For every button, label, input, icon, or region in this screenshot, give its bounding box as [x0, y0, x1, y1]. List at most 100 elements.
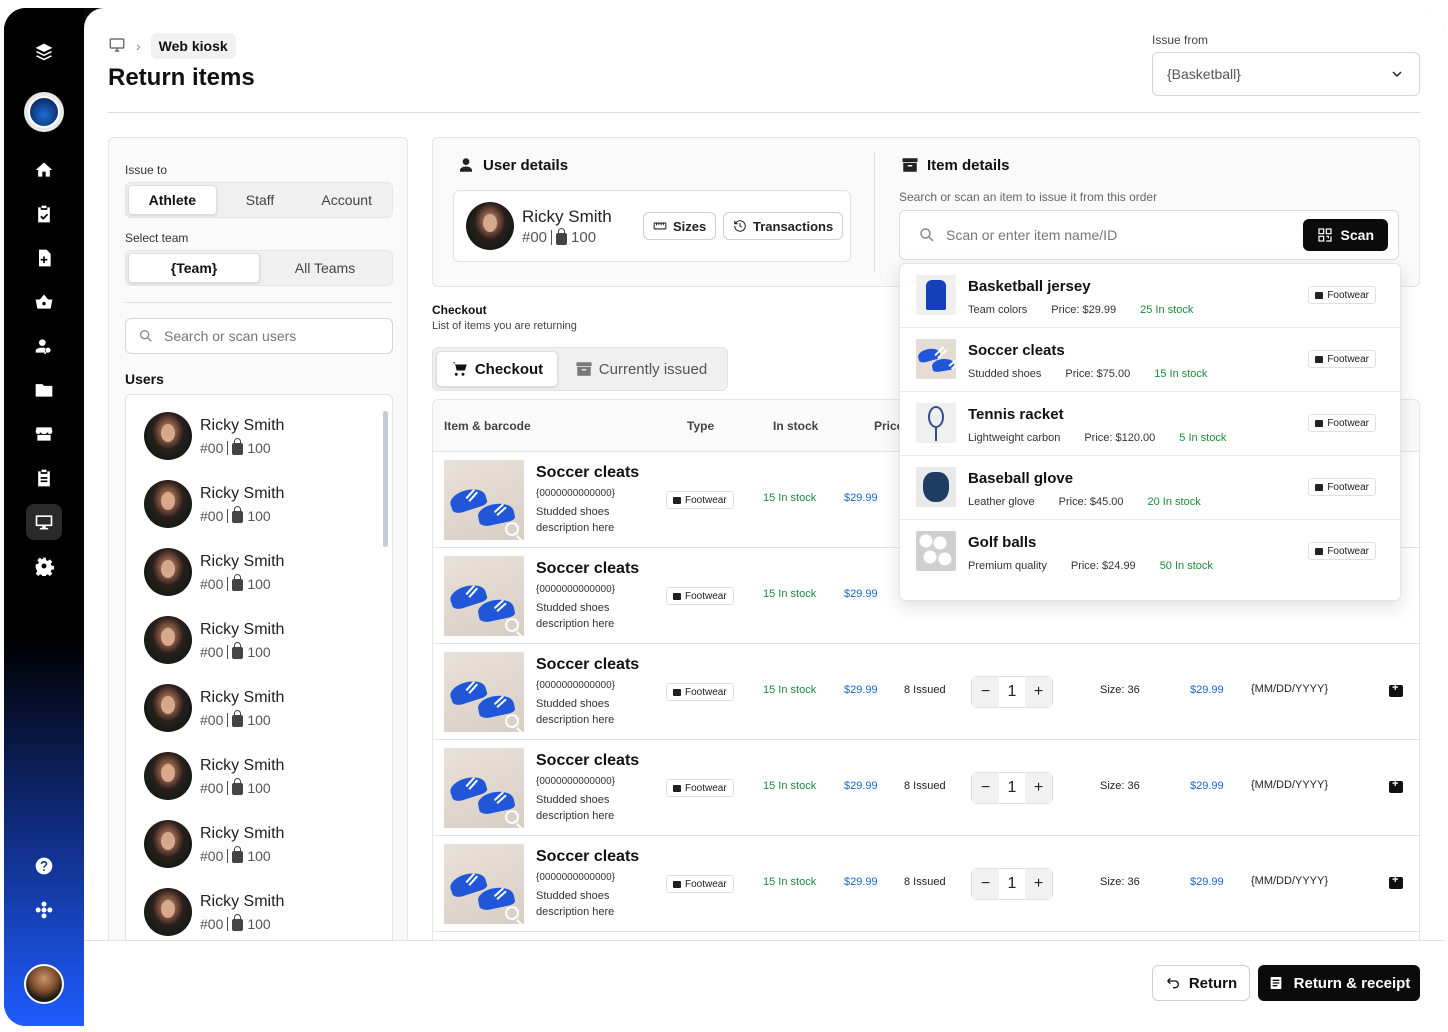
breadcrumb-current[interactable]: Web kiosk — [150, 33, 236, 59]
team-logo[interactable] — [24, 92, 64, 132]
type-badge-label: Footwear — [685, 878, 727, 890]
col-in-stock[interactable]: In stock — [773, 419, 818, 433]
user-row[interactable]: Ricky Smith #00 100 — [144, 411, 284, 461]
lock-icon — [232, 438, 244, 455]
search-result-item[interactable]: Tennis racket Lightweight carbon Price: $… — [900, 392, 1400, 456]
item-name: Soccer cleats — [536, 848, 640, 865]
user-name: Ricky Smith — [200, 484, 285, 502]
type-badge: Footwear — [666, 683, 734, 701]
item-search-input[interactable]: Scan or enter item name/ID Scan — [899, 210, 1399, 260]
folder-icon[interactable] — [32, 378, 56, 402]
item-thumbnail[interactable] — [444, 460, 524, 540]
zoom-icon — [505, 522, 519, 536]
add-note-icon[interactable] — [1389, 874, 1403, 889]
file-plus-icon[interactable] — [32, 246, 56, 270]
tab-checkout[interactable]: Checkout — [436, 351, 558, 387]
scrollbar-thumb[interactable] — [383, 411, 388, 547]
clipboard-check-icon[interactable] — [32, 202, 56, 226]
type-badge-label: Footwear — [1327, 545, 1369, 557]
action-footer: Return Return & receipt — [84, 940, 1444, 1026]
home-icon[interactable] — [32, 158, 56, 182]
user-row[interactable]: Ricky Smith #00 100 — [144, 819, 284, 869]
quantity-value[interactable]: 1 — [999, 869, 1025, 899]
return-and-receipt-button[interactable]: Return & receipt — [1258, 965, 1420, 1001]
settings-icon[interactable] — [32, 554, 56, 578]
result-stock: 15 In stock — [1154, 368, 1208, 380]
search-result-item[interactable]: Soccer cleats Studded shoes Price: $75.00… — [900, 328, 1400, 392]
help-icon[interactable] — [32, 854, 56, 878]
clipboard-list-icon[interactable] — [32, 466, 56, 490]
user-row[interactable]: Ricky Smith #00 100 — [144, 547, 284, 597]
quantity-value[interactable]: 1 — [999, 677, 1025, 707]
type-badge: Footwear — [1308, 414, 1376, 432]
item-thumbnail[interactable] — [444, 556, 524, 636]
tab-all-teams[interactable]: All Teams — [260, 253, 390, 283]
tab-currently-issued[interactable]: Currently issued — [558, 351, 724, 387]
user-avatar[interactable] — [24, 964, 64, 1004]
user-row[interactable]: Ricky Smith #00 100 — [144, 683, 284, 733]
decrement-button[interactable]: − — [972, 773, 999, 803]
decrement-button[interactable]: − — [972, 677, 999, 707]
col-item-barcode[interactable]: Item & barcode — [444, 419, 531, 433]
apps-icon[interactable] — [32, 898, 56, 922]
item-thumbnail[interactable] — [444, 748, 524, 828]
sizes-button[interactable]: Sizes — [643, 212, 717, 240]
user-locker: 100 — [247, 575, 271, 592]
increment-button[interactable]: + — [1025, 869, 1052, 899]
type-badge: Footwear — [666, 587, 734, 605]
user-name: Ricky Smith — [200, 688, 285, 706]
tab-staff[interactable]: Staff — [217, 185, 304, 215]
item-thumbnail[interactable] — [444, 844, 524, 924]
avatar — [144, 684, 192, 732]
users-list[interactable]: Ricky Smith #00 100 Ricky Smith #00 100 Ri… — [125, 394, 393, 958]
user-search-icon[interactable] — [32, 334, 56, 358]
search-result-item[interactable]: Basketball jersey Team colors Price: $29.… — [900, 264, 1400, 328]
scan-button[interactable]: Scan — [1302, 219, 1388, 251]
user-row[interactable]: Ricky Smith #00 100 — [144, 479, 284, 529]
tab-account[interactable]: Account — [303, 185, 390, 215]
price: $29.99 — [844, 876, 878, 888]
tab-athlete[interactable]: Athlete — [128, 185, 217, 215]
result-name: Soccer cleats — [968, 342, 1065, 359]
checkout-tabs: Checkout Currently issued — [432, 347, 728, 391]
user-row[interactable]: Ricky Smith #00 100 — [144, 615, 284, 665]
search-users-input[interactable]: Search or scan users — [125, 318, 393, 354]
lock-icon — [232, 778, 244, 795]
user-locker: 100 — [247, 507, 271, 524]
search-result-item[interactable]: Golf balls Premium quality Price: $24.99 5… — [900, 520, 1400, 584]
issue-from-value: {Basketball} — [1167, 66, 1241, 82]
in-stock: 15 In stock — [763, 588, 817, 600]
size: Size: 36 — [1100, 780, 1140, 792]
issue-from-select[interactable]: {Basketball} — [1152, 52, 1420, 96]
decrement-button[interactable]: − — [972, 869, 999, 899]
search-result-item[interactable]: Baseball glove Leather glove Price: $45.0… — [900, 456, 1400, 520]
return-button[interactable]: Return — [1152, 965, 1250, 1001]
monitor-icon[interactable] — [108, 36, 126, 57]
transactions-button[interactable]: Transactions — [723, 212, 844, 240]
item-description: Studded shoes description here — [536, 602, 615, 630]
add-note-icon[interactable] — [1389, 682, 1403, 697]
quantity-value[interactable]: 1 — [999, 773, 1025, 803]
increment-button[interactable]: + — [1025, 773, 1052, 803]
layers-icon[interactable] — [32, 40, 56, 64]
return-date[interactable]: {MM/DD/YYYY} — [1251, 683, 1328, 695]
col-type[interactable]: Type — [687, 419, 714, 433]
return-date[interactable]: {MM/DD/YYYY} — [1251, 779, 1328, 791]
zoom-icon — [505, 810, 519, 824]
user-row[interactable]: Ricky Smith #00 100 — [144, 887, 284, 937]
ruler-icon — [653, 222, 667, 230]
item-thumbnail[interactable] — [444, 652, 524, 732]
lock-icon — [232, 914, 244, 931]
store-icon[interactable] — [32, 422, 56, 446]
checkout-subtitle: List of items you are returning — [432, 320, 577, 332]
tab-team[interactable]: {Team} — [128, 253, 260, 283]
type-badge: Footwear — [1308, 286, 1376, 304]
zoom-icon — [505, 618, 519, 632]
basket-icon[interactable] — [32, 290, 56, 314]
increment-button[interactable]: + — [1025, 677, 1052, 707]
search-users-placeholder: Search or scan users — [164, 328, 297, 344]
return-date[interactable]: {MM/DD/YYYY} — [1251, 875, 1328, 887]
user-row[interactable]: Ricky Smith #00 100 — [144, 751, 284, 801]
monitor-icon[interactable] — [32, 510, 56, 534]
add-note-icon[interactable] — [1389, 778, 1403, 793]
